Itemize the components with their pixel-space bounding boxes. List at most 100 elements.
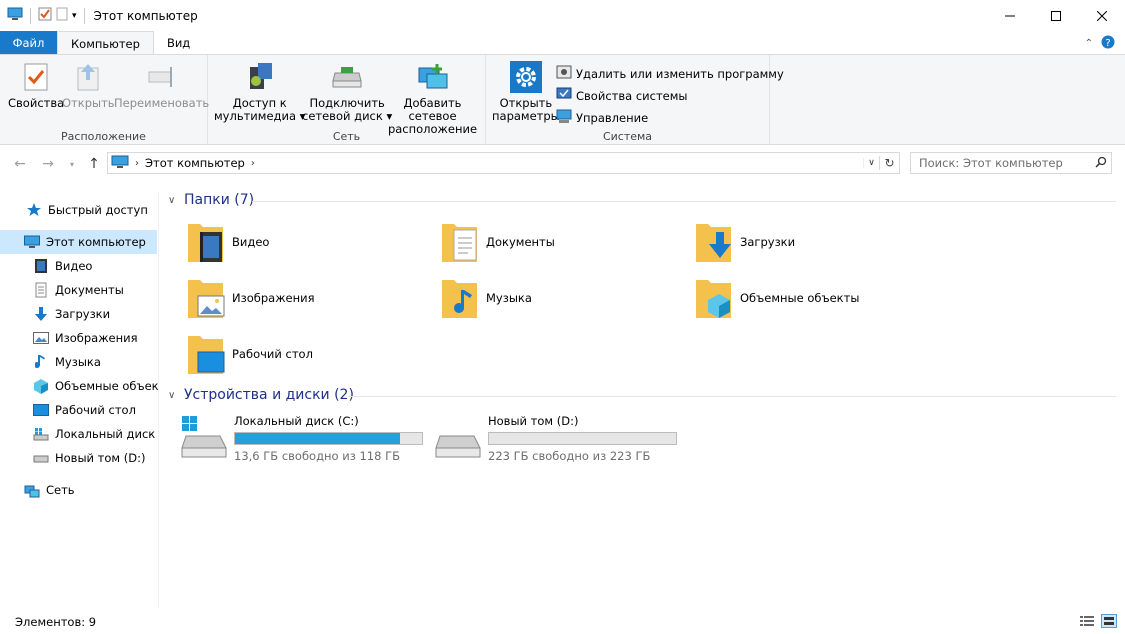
sidebar-item-drive-d[interactable]: Новый том (D:) <box>0 446 157 470</box>
drives-section-header[interactable]: ∨ Устройства и диски (2) <box>168 387 354 403</box>
drive-d-usage-bar <box>488 432 677 445</box>
sidebar-item-desktop[interactable]: Рабочий стол <box>0 398 157 422</box>
tab-view[interactable]: Вид <box>154 31 203 55</box>
chevron-down-icon[interactable]: ∨ <box>168 390 178 401</box>
address-dropdown-icon[interactable]: ∨ <box>863 158 879 168</box>
folder-video[interactable]: Видео <box>186 220 269 264</box>
3d-objects-icon <box>33 378 49 394</box>
large-icons-view-icon[interactable] <box>1101 614 1117 631</box>
properties-button[interactable]: Свойства <box>8 59 64 110</box>
settings-gear-icon <box>509 59 543 95</box>
sidebar-item-downloads[interactable]: Загрузки <box>0 302 157 326</box>
drive-c[interactable]: Локальный диск (C:) 13,6 ГБ свободно из … <box>180 414 423 463</box>
system-properties-button[interactable]: Свойства системы <box>556 86 687 105</box>
sidebar-item-network[interactable]: Сеть <box>0 478 157 502</box>
computer-icon <box>24 234 40 250</box>
section-divider <box>348 396 1116 397</box>
drive-d[interactable]: Новый том (D:) 223 ГБ свободно из 223 ГБ <box>434 414 677 463</box>
drive-c-icon <box>33 426 49 442</box>
folder-desktop[interactable]: Рабочий стол <box>186 332 313 376</box>
refresh-icon[interactable]: ↻ <box>879 156 899 170</box>
tab-computer[interactable]: Компьютер <box>57 31 154 56</box>
window-title: Этот компьютер <box>93 8 198 23</box>
computer-icon <box>111 155 129 172</box>
items-count: Элементов: 9 <box>15 615 97 629</box>
new-folder-quick-icon[interactable] <box>56 7 68 24</box>
open-settings-button[interactable]: Открыть параметры <box>492 59 560 123</box>
manage-button[interactable]: Управление <box>556 108 648 127</box>
location-group-label: Расположение <box>61 130 146 143</box>
pictures-icon <box>33 330 49 346</box>
ribbon-panel: Свойства Открыть Переименовать Расположе… <box>0 54 1125 145</box>
documents-folder-icon <box>440 220 480 264</box>
folders-section-header[interactable]: ∨ Папки (7) <box>168 192 254 208</box>
downloads-folder-icon <box>694 220 734 264</box>
music-folder-icon <box>440 276 480 320</box>
sidebar-item-this-pc[interactable]: Этот компьютер <box>0 230 157 254</box>
sidebar-item-quick-access[interactable]: Быстрый доступ <box>0 198 157 222</box>
up-arrow-icon: ↑ <box>88 156 100 172</box>
media-access-button[interactable]: Доступ к мультимедиа ▾ <box>214 59 305 123</box>
chevron-down-icon[interactable]: ∨ <box>168 195 178 206</box>
drive-c-usage-fill <box>235 433 401 444</box>
star-icon <box>26 202 42 218</box>
network-icon <box>24 482 40 498</box>
sidebar-item-pictures[interactable]: Изображения <box>0 326 157 350</box>
video-icon <box>33 258 49 274</box>
network-drive-icon <box>330 59 364 95</box>
ribbon-tabs: Файл Компьютер Вид <box>0 31 1125 56</box>
desktop-folder-icon <box>186 332 226 376</box>
maximize-button[interactable] <box>1033 0 1079 31</box>
recent-locations-button[interactable]: ▾ <box>62 154 82 174</box>
folder-downloads[interactable]: Загрузки <box>694 220 795 264</box>
pictures-folder-icon <box>186 276 226 320</box>
up-button[interactable]: ↑ <box>84 154 104 174</box>
tab-file[interactable]: Файл <box>0 31 57 55</box>
customize-qat-icon[interactable]: ▾ <box>72 11 77 21</box>
status-bar: Элементов: 9 <box>0 610 1125 634</box>
system-properties-icon <box>556 86 572 105</box>
video-folder-icon <box>186 220 226 264</box>
svg-text:?: ? <box>1105 38 1110 49</box>
sidebar-item-video[interactable]: Видео <box>0 254 157 278</box>
sidebar-item-documents[interactable]: Документы <box>0 278 157 302</box>
breadcrumb-separator-icon[interactable]: › <box>135 158 139 169</box>
drive-c-icon <box>180 414 228 458</box>
uninstall-program-button[interactable]: Удалить или изменить программу <box>556 64 784 83</box>
system-group-label: Система <box>602 130 653 143</box>
map-drive-button[interactable]: Подключить сетевой диск ▾ <box>302 59 392 123</box>
folder-documents[interactable]: Документы <box>440 220 555 264</box>
manage-icon <box>556 108 572 127</box>
sidebar-item-drive-c[interactable]: Локальный диск (C:) <box>0 422 158 446</box>
breadcrumb-separator-icon[interactable]: › <box>251 158 255 169</box>
breadcrumb-path[interactable]: Этот компьютер <box>145 156 245 170</box>
rename-button[interactable]: Переименовать <box>114 59 209 110</box>
rename-icon <box>145 59 179 95</box>
3d-objects-folder-icon <box>694 276 734 320</box>
forward-button[interactable]: → <box>38 154 58 174</box>
address-bar[interactable]: › Этот компьютер › ∨ ↻ <box>107 152 900 174</box>
collapse-ribbon-icon[interactable]: ⌃ <box>1085 38 1093 49</box>
sidebar-item-music[interactable]: Музыка <box>0 350 157 374</box>
open-icon <box>71 59 105 95</box>
folder-music[interactable]: Музыка <box>440 276 532 320</box>
close-button[interactable] <box>1079 0 1125 31</box>
music-icon <box>33 354 49 370</box>
address-row: ← → ▾ ↑ › Этот компьютер › ∨ ↻ Поиск: Эт… <box>0 150 1125 178</box>
folder-3d-objects[interactable]: Объемные объекты <box>694 276 859 320</box>
drive-c-usage-bar <box>234 432 423 445</box>
minimize-button[interactable] <box>987 0 1033 31</box>
properties-quick-icon[interactable] <box>38 7 52 24</box>
help-icon[interactable]: ? <box>1101 35 1115 52</box>
back-button[interactable]: ← <box>10 154 30 174</box>
add-network-location-button[interactable]: Добавить сетевое расположение <box>380 59 485 136</box>
sidebar-item-3d-objects[interactable]: Объемные объекты <box>0 374 158 398</box>
media-server-icon <box>243 59 277 95</box>
search-input[interactable]: Поиск: Этот компьютер <box>910 152 1112 174</box>
search-icon[interactable] <box>1091 156 1111 171</box>
open-button[interactable]: Открыть <box>62 59 115 110</box>
details-view-icon[interactable] <box>1079 614 1095 631</box>
drive-d-icon <box>33 450 49 466</box>
drive-d-icon <box>434 414 482 458</box>
folder-pictures[interactable]: Изображения <box>186 276 315 320</box>
